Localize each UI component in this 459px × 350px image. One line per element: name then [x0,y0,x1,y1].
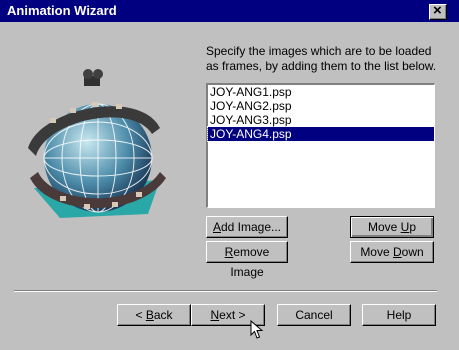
add-image-button[interactable]: Add Image... [206,216,288,238]
button-label-post: own [401,245,424,259]
move-down-button[interactable]: Move Down [350,241,434,263]
button-label-post: emove Image [230,245,270,279]
button-label-pre: Move [360,245,393,259]
button-label-post: dd Image... [220,220,282,234]
close-button[interactable]: × [429,2,447,20]
separator [14,290,437,292]
list-item[interactable]: JOY-ANG2.psp [208,99,434,113]
button-label-accel: B [145,308,154,322]
mouse-pointer-icon [250,320,264,339]
list-item[interactable]: JOY-ANG4.psp [207,126,435,142]
title-bar: Animation Wizard × [0,0,459,22]
list-item[interactable]: JOY-ANG1.psp [208,85,434,99]
move-up-button[interactable]: Move Up [350,216,434,238]
button-label-post: ext > [219,308,246,322]
list-item[interactable]: JOY-ANG3.psp [208,113,434,127]
button-label-accel: D [393,245,402,259]
button-label-pre: Move [367,220,401,234]
button-label: Help [386,308,412,322]
button-label: Cancel [295,308,333,322]
button-label-post: p [409,220,417,234]
cancel-button[interactable]: Cancel [277,304,351,326]
button-label-pre: < [135,308,146,322]
remove-image-button[interactable]: Remove Image [206,241,288,279]
button-label-accel: N [210,308,220,322]
wizard-globe-illustration [28,69,166,218]
help-button[interactable]: Help [362,304,436,326]
button-label-accel: A [212,220,221,234]
close-icon: × [433,2,442,19]
button-label-post: ack [153,308,173,322]
frames-listbox[interactable]: JOY-ANG1.psp JOY-ANG2.psp JOY-ANG3.psp JOY-… [206,83,435,208]
instructions-text: Specify the images which are to be loade… [206,44,437,73]
back-button[interactable]: < Back [117,304,191,326]
button-label-accel: R [224,245,234,259]
window-title: Animation Wizard [7,3,117,18]
